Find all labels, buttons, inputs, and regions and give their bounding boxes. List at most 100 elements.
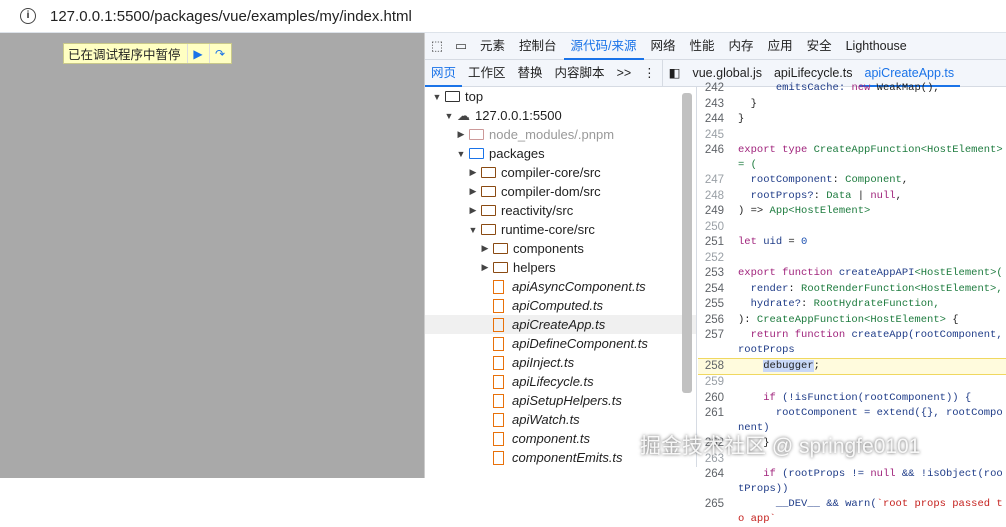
more-options-icon[interactable]: ⋮ (637, 60, 663, 87)
folder-icon (493, 243, 508, 254)
line-number[interactable]: 254 (698, 282, 738, 297)
tab-sub-0[interactable]: 网页 (425, 60, 463, 87)
line-number[interactable]: 244 (698, 112, 738, 127)
line-number[interactable]: 249 (698, 204, 738, 219)
code-token: , (901, 174, 909, 186)
tree-item[interactable]: ▶ components (425, 239, 696, 258)
code-token: emitsCache: (738, 82, 852, 94)
toggle-navigator-icon[interactable]: ◧ (663, 60, 687, 87)
code-text: if (rootProps != null && !isObject(rootP… (738, 467, 1006, 497)
tree-item[interactable]: apiComputed.ts (425, 296, 696, 315)
line-number[interactable]: 256 (698, 313, 738, 328)
file-icon (493, 355, 504, 370)
code-token: Data (826, 189, 852, 202)
tab-main-8[interactable]: Lighthouse (839, 33, 914, 60)
line-number[interactable]: 258 (698, 359, 738, 374)
collapsed-arrow-icon[interactable]: ▶ (455, 129, 467, 140)
tab-sub-1[interactable]: 工作区 (462, 60, 512, 87)
code-token: CreateAppFunction<HostElement> (756, 313, 946, 326)
tree-item[interactable]: apiWatch.ts (425, 410, 696, 429)
file-icon (493, 393, 504, 408)
line-number[interactable]: 255 (698, 297, 738, 312)
collapsed-arrow-icon[interactable]: ▶ (479, 262, 491, 273)
tab-main-1[interactable]: 控制台 (512, 33, 564, 60)
tree-item[interactable]: ▼ packages (425, 144, 696, 163)
line-number[interactable]: 242 (698, 81, 738, 96)
paused-text: 已在调试程序中暂停 (68, 48, 181, 62)
tab-main-0[interactable]: 元素 (473, 33, 512, 60)
tree-item[interactable]: ▶ compiler-dom/src (425, 182, 696, 201)
expanded-arrow-icon[interactable]: ▼ (467, 225, 479, 235)
collapsed-arrow-icon[interactable]: ▶ (467, 205, 479, 216)
file-icon (493, 317, 504, 332)
inspect-element-icon[interactable]: ⬚ (425, 38, 449, 54)
folder-icon (469, 129, 484, 140)
tree-item[interactable]: apiInject.ts (425, 353, 696, 372)
tree-item[interactable]: ▶ helpers (425, 258, 696, 277)
code-text: rootComponent: Component, (738, 173, 1006, 188)
tab-sub-3[interactable]: 内容脚本 (549, 60, 611, 87)
code-token: ; (813, 360, 820, 372)
code-line: 243 } (698, 97, 1006, 113)
tree-item-label: node_modules/.pnpm (489, 127, 615, 142)
navigator-scrollbar[interactable] (682, 93, 692, 393)
tab-main-6[interactable]: 应用 (761, 33, 800, 60)
line-number[interactable]: 243 (698, 97, 738, 112)
expanded-arrow-icon[interactable]: ▼ (431, 92, 443, 102)
tree-item[interactable]: apiDefineComponent.ts (425, 334, 696, 353)
tab-main-7[interactable]: 安全 (800, 33, 839, 60)
address-bar[interactable]: i 127.0.0.1:5500/packages/vue/examples/m… (0, 0, 1006, 33)
code-token: = (782, 236, 802, 248)
tree-item[interactable]: ▼ runtime-core/src (425, 220, 696, 239)
url-text[interactable]: 127.0.0.1:5500/packages/vue/examples/my/… (50, 8, 412, 25)
expanded-arrow-icon[interactable]: ▼ (443, 111, 455, 121)
tree-item[interactable]: ▶ node_modules/.pnpm (425, 125, 696, 144)
line-number[interactable]: 265 (698, 497, 738, 512)
line-number[interactable]: 252 (698, 251, 738, 266)
code-token: ) => (738, 205, 770, 217)
code-token: , (895, 189, 902, 202)
code-token: : (801, 298, 814, 310)
code-text: debugger; (738, 359, 1006, 374)
line-number[interactable]: 264 (698, 467, 738, 482)
line-number[interactable]: 250 (698, 220, 738, 235)
tab-main-2[interactable]: 源代码/来源 (563, 33, 644, 60)
tab-main-5[interactable]: 内存 (722, 33, 761, 60)
tree-item[interactable]: ▼ top (425, 87, 696, 106)
code-line: 260 if (!isFunction(rootComponent)) { (698, 391, 1006, 407)
device-toolbar-icon[interactable]: ▭ (449, 38, 473, 54)
line-number[interactable]: 246 (698, 143, 738, 158)
line-number[interactable]: 247 (698, 173, 738, 188)
tree-item[interactable]: apiCreateApp.ts (425, 315, 696, 334)
code-token: (rootProps != (782, 468, 871, 480)
site-info-icon[interactable]: i (20, 8, 36, 24)
collapsed-arrow-icon[interactable]: ▶ (467, 167, 479, 178)
tree-item[interactable]: ▼ ☁ 127.0.0.1:5500 (425, 106, 696, 125)
tree-item[interactable]: ▶ reactivity/src (425, 201, 696, 220)
line-number[interactable]: 253 (698, 266, 738, 281)
collapsed-arrow-icon[interactable]: ▶ (479, 243, 491, 254)
line-number[interactable]: 248 (698, 189, 738, 204)
tree-item[interactable]: apiLifecycle.ts (425, 372, 696, 391)
file-icon (493, 374, 504, 389)
tree-item[interactable]: ▶ compiler-core/src (425, 163, 696, 182)
more-tabs-button[interactable]: >> (611, 60, 638, 87)
code-token: Component (845, 174, 902, 186)
tree-item[interactable]: apiAsyncComponent.ts (425, 277, 696, 296)
line-number[interactable]: 261 (698, 406, 738, 421)
resume-icon[interactable]: ▶ (186, 44, 209, 63)
line-number[interactable]: 251 (698, 235, 738, 250)
tab-sub-2[interactable]: 替换 (512, 60, 549, 87)
expanded-arrow-icon[interactable]: ▼ (455, 149, 467, 159)
line-number[interactable]: 260 (698, 391, 738, 406)
tab-main-3[interactable]: 网络 (644, 33, 683, 60)
line-number[interactable]: 259 (698, 375, 738, 390)
line-number[interactable]: 245 (698, 128, 738, 143)
collapsed-arrow-icon[interactable]: ▶ (467, 186, 479, 197)
tree-item[interactable]: apiSetupHelpers.ts (425, 391, 696, 410)
line-number[interactable]: 257 (698, 328, 738, 343)
tab-main-4[interactable]: 性能 (683, 33, 722, 60)
code-editor[interactable]: 242 emitsCache: new WeakMap(), 243 } 244} 2… (698, 81, 1006, 527)
step-over-icon[interactable]: ↷ (208, 44, 231, 63)
